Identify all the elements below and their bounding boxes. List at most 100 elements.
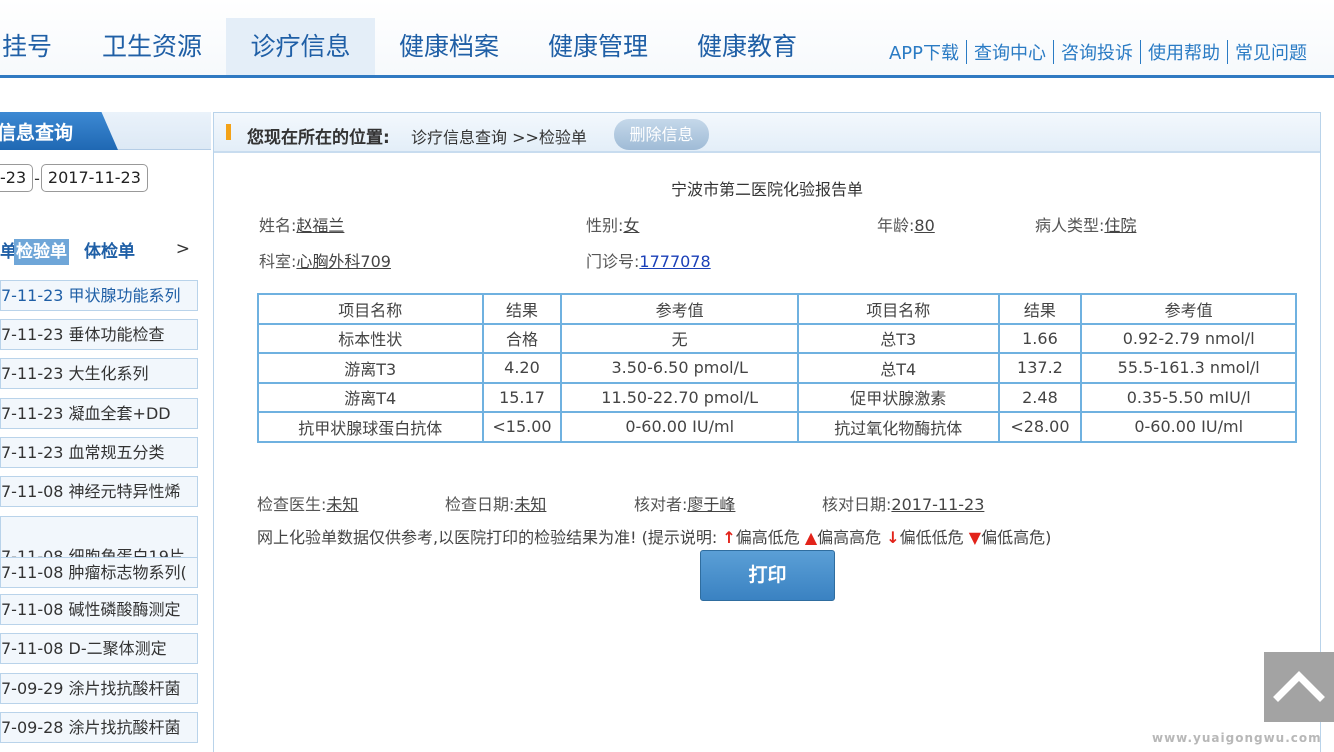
result: 合格 — [481, 322, 563, 354]
age-value: 80 — [914, 216, 935, 235]
patient-age: 年龄:80 — [877, 212, 935, 236]
back-to-top-button[interactable] — [1264, 652, 1334, 722]
patient-sex: 性别:女 — [586, 212, 639, 236]
item-name: 总T3 — [796, 322, 1000, 354]
report-title: 宁波市第二医院化验报告单 — [670, 180, 863, 199]
nav-health-records[interactable]: 健康档案 — [399, 18, 509, 75]
table-header-row: 项目名称 结果 参考值 项目名称 结果 参考值 — [257, 293, 1297, 325]
disclaimer-note: 网上化验单数据仅供参考,以医院打印的检验结果为准! (提示说明: ↑偏高低危 ▲… — [257, 524, 1051, 548]
ptype-label: 病人类型: — [1035, 216, 1105, 235]
print-button[interactable]: 打印 — [700, 550, 835, 601]
list-item[interactable]: 7-11-08 D-二聚体测定 — [0, 633, 198, 664]
top-navigation: 挂号 卫生资源 诊疗信息 健康档案 健康管理 健康教育 APP下载 查询中心 咨… — [0, 0, 1334, 78]
legend-text: 偏高低危 — [735, 528, 800, 547]
reference: 0-60.00 IU/ml — [560, 411, 799, 443]
triangle-down-icon: ▼ — [968, 528, 982, 547]
ptype-value: 住院 — [1104, 216, 1137, 235]
patient-name: 姓名:赵福兰 — [259, 212, 344, 236]
breadcrumb: 您现在所在的位置: 诊疗信息查询 >>检验单 删除信息 — [214, 113, 1320, 153]
checker-label: 核对者: — [634, 495, 688, 514]
result: 15.17 — [481, 381, 563, 413]
list-item[interactable]: 7-11-23 大生化系列 — [0, 358, 198, 389]
list-item[interactable]: 7-11-23 垂体功能检查 — [0, 319, 198, 350]
name-value: 赵福兰 — [296, 216, 345, 235]
item-name: 游离T3 — [257, 352, 484, 384]
dept-label: 科室: — [259, 252, 297, 271]
triangle-up-icon: ▲ — [804, 528, 818, 547]
result: 4.20 — [481, 352, 563, 384]
item-name: 促甲状腺激素 — [796, 381, 1000, 413]
breadcrumb-marker — [226, 124, 231, 140]
list-item[interactable]: 7-11-23 甲状腺功能系列 — [0, 280, 198, 311]
nav-diagnosis-info[interactable]: 诊疗信息 — [226, 18, 375, 75]
column-header: 项目名称 — [796, 293, 1000, 325]
table-row: 抗甲状腺球蛋白抗体 <15.00 0-60.00 IU/ml 抗过氧化物酶抗体 … — [257, 411, 1297, 443]
column-header: 结果 — [481, 293, 563, 325]
disclaimer-text: 网上化验单数据仅供参考,以医院打印的检验结果为准! (提示说明: — [257, 528, 718, 547]
checker-value: 廖于峰 — [687, 495, 736, 514]
column-header: 结果 — [997, 293, 1083, 325]
link-help[interactable]: 使用帮助 — [1141, 39, 1227, 65]
link-consult-complaint[interactable]: 咨询投诉 — [1054, 39, 1140, 65]
item-name: 标本性状 — [257, 322, 484, 354]
main-panel: 您现在所在的位置: 诊疗信息查询 >>检验单 删除信息 宁波市第二医院化验报告单… — [213, 112, 1321, 752]
sidebar: 信息查询 -23 - 2017-11-23 单 检验单 体检单 > 7-11-2… — [0, 112, 211, 750]
reference: 11.50-22.70 pmol/L — [560, 381, 799, 413]
item-name: 总T4 — [796, 352, 1000, 384]
checker: 核对者:廖于峰 — [634, 491, 735, 515]
result: 137.2 — [997, 352, 1083, 384]
list-item[interactable]: 7-11-23 血常规五分类 — [0, 437, 198, 468]
nav-health-education[interactable]: 健康教育 — [697, 18, 807, 75]
top-links: APP下载 查询中心 咨询投诉 使用帮助 常见问题 — [882, 38, 1314, 66]
date-to-field[interactable]: 2017-11-23 — [40, 164, 148, 192]
chevron-right-icon[interactable]: > — [176, 239, 190, 259]
department: 科室:心胸外科709 — [259, 248, 391, 272]
reference: 0.92-2.79 nmol/l — [1080, 322, 1297, 354]
reference: 0-60.00 IU/ml — [1080, 411, 1297, 443]
tab-physical-exam[interactable]: 体检单 — [84, 239, 135, 265]
name-label: 姓名: — [259, 216, 297, 235]
exam-date: 检查日期:未知 — [445, 491, 546, 515]
watermark: www.yuaigongwu.com — [1152, 731, 1322, 745]
reference: 0.35-5.50 mIU/l — [1080, 381, 1297, 413]
list-item[interactable]: 7-11-23 凝血全套+DD — [0, 398, 198, 429]
date-from-field[interactable]: -23 — [0, 164, 34, 192]
column-header: 参考值 — [560, 293, 799, 325]
column-header: 参考值 — [1080, 293, 1297, 325]
table-row: 游离T3 4.20 3.50-6.50 pmol/L 总T4 137.2 55.… — [257, 352, 1297, 384]
sidebar-title: 信息查询 — [0, 122, 74, 144]
link-query-center[interactable]: 查询中心 — [967, 39, 1053, 65]
arrow-down-icon: ↓ — [886, 528, 900, 547]
exam-doctor: 检查医生:未知 — [257, 491, 358, 515]
nav-registration[interactable]: 挂号 — [2, 18, 62, 75]
exam-date-value: 未知 — [514, 495, 547, 514]
list-item[interactable]: 7-11-08 肿瘤标志物系列( — [0, 557, 198, 588]
reference: 3.50-6.50 pmol/L — [560, 352, 799, 384]
exam-date-label: 检查日期: — [445, 495, 515, 514]
item-name: 游离T4 — [257, 381, 484, 413]
result: 1.66 — [997, 322, 1083, 354]
link-faq[interactable]: 常见问题 — [1228, 39, 1314, 65]
link-app-download[interactable]: APP下载 — [882, 39, 966, 65]
nav-health-resources[interactable]: 卫生资源 — [102, 18, 212, 75]
arrow-up-icon: ↑ — [722, 528, 736, 547]
tab-lab-report[interactable]: 检验单 — [14, 239, 69, 265]
sidebar-title-tab: 信息查询 — [0, 112, 118, 150]
clinic-value[interactable]: 1777078 — [639, 252, 710, 271]
sex-label: 性别: — [586, 216, 624, 235]
date-separator: - — [34, 168, 40, 188]
doctor-value: 未知 — [326, 495, 359, 514]
list-item[interactable]: 7-09-29 涂片找抗酸杆菌 — [0, 673, 198, 704]
check-date-label: 核对日期: — [822, 495, 892, 514]
doctor-label: 检查医生: — [257, 495, 327, 514]
patient-type: 病人类型:住院 — [1035, 212, 1136, 236]
lab-results-table: 项目名称 结果 参考值 项目名称 结果 参考值 标本性状 合格 无 总T3 1.… — [257, 293, 1297, 443]
breadcrumb-label: 您现在所在的位置: — [247, 128, 390, 148]
list-item[interactable]: 7-09-28 涂片找抗酸杆菌 — [0, 712, 198, 743]
nav-health-management[interactable]: 健康管理 — [548, 18, 658, 75]
list-item[interactable]: 7-11-08 神经元特异性烯 — [0, 476, 198, 507]
date-range: -23 - 2017-11-23 — [0, 164, 148, 192]
record-type-tabs: 单 检验单 体检单 > — [0, 239, 200, 267]
delete-info-button[interactable]: 删除信息 — [614, 119, 709, 150]
list-item[interactable]: 7-11-08 碱性磷酸酶测定 — [0, 594, 198, 625]
